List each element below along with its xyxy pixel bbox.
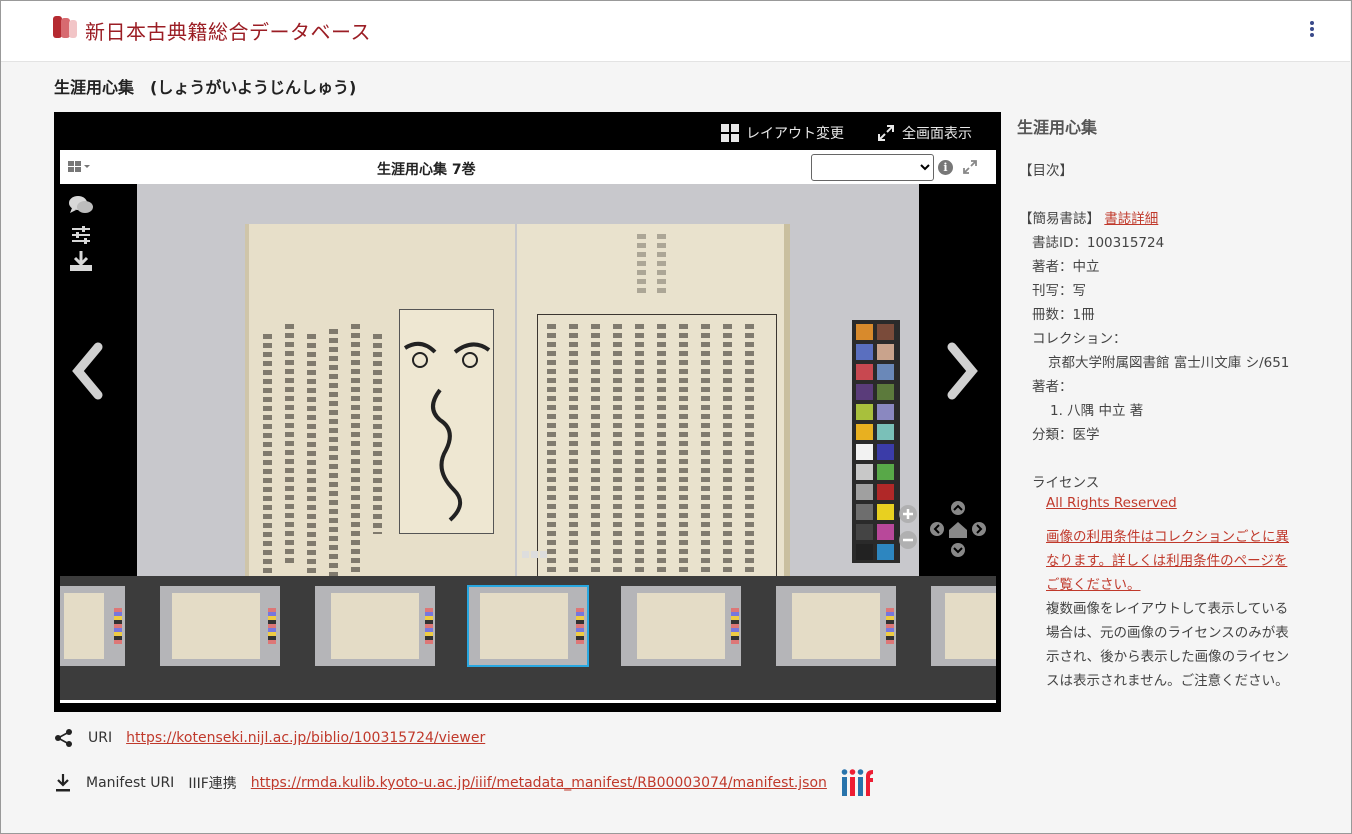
fullscreen-button[interactable]: 全画面表示 (877, 123, 972, 143)
expand-icon (878, 125, 894, 141)
download-icon (56, 774, 70, 792)
zoom-controls[interactable] (896, 502, 919, 552)
license-note-link-3[interactable]: ご覧ください。 (1046, 573, 1141, 593)
fullscreen-label: 全画面表示 (902, 126, 972, 142)
resize-handle[interactable] (522, 551, 547, 558)
thumbnail[interactable] (621, 586, 741, 666)
window-expand-icon[interactable] (962, 159, 978, 175)
biblio-detail-link[interactable]: 書誌詳細 (1104, 211, 1158, 227)
manifest-row: Manifest URI IIIF連携 https://rmda.kulib.k… (54, 768, 875, 798)
grid-icon (721, 124, 739, 142)
more-menu-icon[interactable] (1305, 21, 1319, 41)
simple-biblio-row: 【簡易書誌】 書誌詳細 (1019, 207, 1158, 227)
annotations-icon[interactable] (68, 194, 94, 216)
simple-biblio-label: 【簡易書誌】 (1019, 211, 1100, 227)
category: 分類：医学 (1032, 427, 1100, 443)
license-note-link-1[interactable]: 画像の利用条件はコレクションごとに異 (1046, 525, 1289, 545)
site-title[interactable]: 新日本古典籍総合データベース (85, 16, 371, 45)
author: 著者：中立 (1032, 259, 1100, 275)
license-label: ライセンス (1032, 475, 1100, 491)
license-note-1: 複数画像をレイアウトして表示している (1046, 601, 1289, 617)
publication-type: 刊写：写 (1032, 283, 1086, 299)
image-viewer: レイアウト変更 全画面表示 生涯用心集 7巻 i (54, 112, 1001, 712)
book-image[interactable] (137, 184, 919, 576)
color-calibration-chart (852, 320, 900, 563)
authors-label: 著者： (1032, 379, 1073, 395)
toc-link[interactable]: 【目次】 (1019, 159, 1073, 179)
site-header: 新日本古典籍総合データベース (1, 1, 1350, 62)
iiif-label: IIIF連携 (188, 776, 237, 792)
uri-link[interactable]: https://kotenseki.nijl.ac.jp/biblio/1003… (126, 730, 485, 746)
thumbnail[interactable] (315, 586, 435, 666)
download-icon[interactable] (68, 250, 94, 272)
previous-page-arrow-icon[interactable] (68, 341, 108, 401)
open-book-image (245, 224, 790, 576)
window-toolbar: 生涯用心集 7巻 i (60, 150, 996, 184)
collection-label: コレクション： (1032, 331, 1127, 347)
books-logo-icon[interactable] (51, 14, 79, 40)
info-icon[interactable]: i (938, 160, 953, 175)
license-note-3: 示され、後から表示した画像のライセン (1046, 649, 1290, 665)
share-icon (55, 729, 72, 747)
layout-change-label: レイアウト変更 (746, 126, 844, 142)
uri-label: URI (88, 730, 113, 746)
thumbnail-strip (60, 576, 996, 700)
adjust-sliders-icon[interactable] (68, 224, 94, 246)
thumbnail[interactable] (60, 586, 125, 666)
pan-home-controls[interactable] (929, 500, 987, 558)
license-note-4: スは表示されません。ご注意ください。 (1046, 673, 1289, 689)
license-note-2: 場合は、元の画像のライセンスのみが表 (1046, 625, 1289, 641)
next-page-arrow-icon[interactable] (942, 341, 982, 401)
right-page (517, 224, 790, 576)
canvas-title: 生涯用心集 7巻 (377, 162, 476, 178)
manifest-label: Manifest URI (86, 775, 175, 791)
thumbnail[interactable] (160, 586, 280, 666)
view-menu-icon[interactable] (68, 161, 94, 173)
uri-row: URI https://kotenseki.nijl.ac.jp/biblio/… (54, 728, 485, 748)
layout-change-button[interactable]: レイアウト変更 (721, 123, 844, 143)
authors-item: 1. 八隅 中立 著 (1050, 403, 1144, 419)
thumbnail-scroll-bar[interactable] (60, 700, 996, 706)
volume-count: 冊数：1冊 (1032, 307, 1095, 323)
iiif-logo-icon[interactable] (841, 768, 875, 798)
thumbnail[interactable] (776, 586, 896, 666)
collection-value: 京都大学附属図書館 富士川文庫 シ/651 (1048, 355, 1290, 371)
license-link[interactable]: All Rights Reserved (1046, 495, 1177, 511)
thumbnail[interactable] (931, 586, 996, 666)
title-label-slip (399, 309, 494, 534)
biblio-id: 書誌ID：100315724 (1032, 235, 1165, 251)
manifest-link[interactable]: https://rmda.kulib.kyoto-u.ac.jp/iiif/me… (251, 775, 827, 791)
thumbnail-active[interactable] (467, 585, 589, 667)
license-note-link-2[interactable]: なります。詳しくは利用条件のページを (1046, 549, 1287, 569)
mirador-window: 生涯用心集 7巻 i (60, 150, 996, 706)
metadata-panel: 生涯用心集 【目次】 【簡易書誌】 書誌詳細 書誌ID：100315724 著者… (1017, 112, 1317, 689)
page-title: 生涯用心集 (しょうがいようじんしゅう) (54, 78, 357, 97)
page-select[interactable] (811, 154, 934, 181)
left-page (245, 224, 515, 576)
panel-title: 生涯用心集 (1017, 118, 1098, 137)
